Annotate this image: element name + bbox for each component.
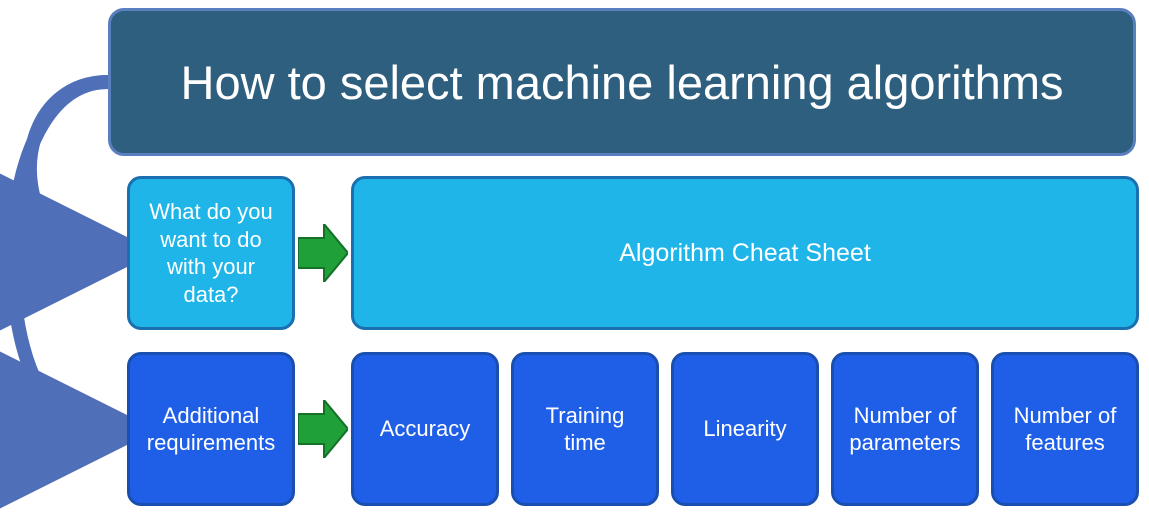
factor-text: Linearity: [703, 415, 786, 443]
arrow-right-icon: [298, 400, 348, 458]
factor-text: Number of features: [1002, 402, 1128, 457]
cheat-sheet-box: Algorithm Cheat Sheet: [351, 176, 1139, 330]
factor-text: Accuracy: [380, 415, 470, 443]
title-text: How to select machine learning algorithm…: [181, 55, 1064, 110]
question-text: What do you want to do with your data?: [138, 198, 284, 308]
additional-req-text: Additional requirements: [138, 402, 284, 457]
arrow-right-icon: [298, 224, 348, 282]
factor-box-parameters: Number of parameters: [831, 352, 979, 506]
question-box: What do you want to do with your data?: [127, 176, 295, 330]
factor-box-training-time: Training time: [511, 352, 659, 506]
factor-box-features: Number of features: [991, 352, 1139, 506]
title-box: How to select machine learning algorithm…: [108, 8, 1136, 156]
factor-box-accuracy: Accuracy: [351, 352, 499, 506]
additional-req-box: Additional requirements: [127, 352, 295, 506]
cheat-sheet-text: Algorithm Cheat Sheet: [619, 239, 871, 268]
factor-box-linearity: Linearity: [671, 352, 819, 506]
factor-text: Training time: [522, 402, 648, 457]
factor-text: Number of parameters: [842, 402, 968, 457]
